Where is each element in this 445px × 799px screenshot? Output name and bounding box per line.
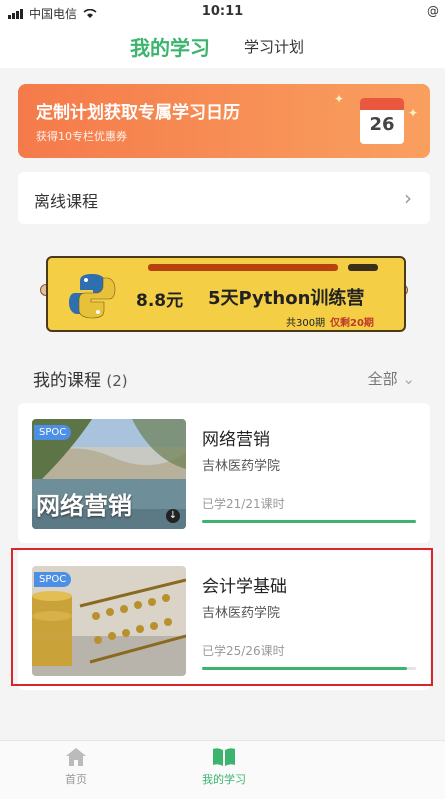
course-school: 吉林医药学院 — [202, 459, 281, 474]
chevron-right-icon: › — [404, 186, 412, 210]
promo-title: 5天Python训练营 — [208, 288, 365, 309]
tab-home[interactable]: 首页 — [46, 747, 106, 787]
offline-courses-row[interactable]: 离线课程 › — [18, 172, 430, 224]
clock: 10:11 — [201, 4, 244, 19]
top-nav: 我的学习 学习计划 — [0, 26, 445, 68]
filter-all-dropdown[interactable]: 全部 ⌄ — [368, 368, 415, 389]
sparkle-icon: ✦ — [407, 106, 418, 120]
tab-my-learning[interactable]: 我的学习 — [130, 32, 210, 61]
highlight-box — [11, 548, 433, 686]
progress-bar — [202, 520, 416, 523]
tab-learning-plan[interactable]: 学习计划 — [244, 36, 304, 57]
banner-title: 定制计划获取专属学习日历 — [36, 103, 240, 123]
status-bar: 中国电信 10:11 @ — [0, 0, 445, 26]
book-icon — [213, 748, 235, 766]
promo-decor-bar — [348, 264, 378, 271]
tab-home-label: 首页 — [65, 773, 87, 786]
banner-subtitle: 获得10专栏优惠券 — [36, 130, 127, 143]
tab-my-learning-bottom[interactable]: 我的学习 — [194, 747, 254, 787]
my-courses-label: 我的课程 — [33, 371, 101, 391]
sparkle-icon: ✦ — [333, 92, 344, 106]
tab-my-learning-label: 我的学习 — [202, 773, 246, 786]
plan-banner[interactable]: 定制计划获取专属学习日历 获得10专栏优惠券 ✦ ✦ 26 — [18, 84, 430, 158]
my-courses-count: (2) — [106, 372, 128, 390]
chevron-down-icon: ⌄ — [402, 370, 415, 388]
spoc-badge: SPOC — [34, 425, 72, 440]
home-icon — [66, 748, 86, 766]
python-logo-icon — [69, 274, 116, 319]
promo-remaining: 仅剩20期 — [330, 318, 374, 329]
course-card[interactable]: SPOC 网络营销 ↓ 网络营销 吉林医药学院 已学21/21课时 — [18, 403, 430, 543]
calendar-icon: 26 — [360, 98, 404, 144]
course-title: 网络营销 — [202, 430, 270, 450]
my-courses-title: 我的课程 (2) — [33, 366, 128, 391]
filter-all-label: 全部 — [367, 370, 398, 388]
python-promo-banner[interactable]: 8.8元 5天Python训练营 共300期 仅剩20期 — [40, 252, 408, 332]
promo-total: 共300期 — [286, 318, 326, 329]
promo-price: 8.8元 — [136, 291, 184, 311]
course-progress-text: 已学21/21课时 — [202, 497, 285, 511]
bottom-tab-bar: 首页 我的学习 — [0, 740, 445, 799]
promo-decor-bar — [148, 264, 338, 271]
course-thumbnail: SPOC 网络营销 ↓ — [32, 419, 186, 529]
thumbnail-caption: 网络营销 — [36, 492, 132, 520]
progress-fill — [202, 520, 416, 523]
offline-courses-label: 离线课程 — [34, 192, 99, 211]
download-icon[interactable]: ↓ — [166, 509, 180, 523]
status-right: @ — [427, 4, 439, 18]
calendar-day: 26 — [369, 114, 395, 135]
